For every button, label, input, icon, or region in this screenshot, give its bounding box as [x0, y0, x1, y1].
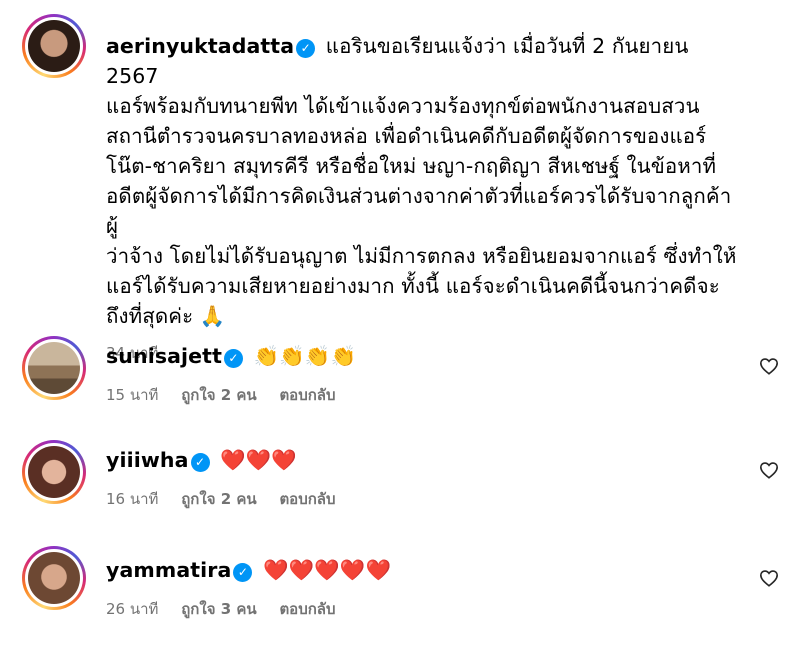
- reply-button[interactable]: ตอบกลับ: [279, 600, 335, 618]
- reply-button[interactable]: ตอบกลับ: [279, 386, 335, 404]
- avatar[interactable]: [22, 14, 86, 78]
- comment-text: ❤️❤️❤️: [220, 448, 298, 472]
- comment-line: ถึงที่สุดค่ะ: [106, 304, 194, 328]
- comment-line: สถานีตำรวจนครบาลทองหล่อ เพื่อดำเนินคดีกั…: [106, 124, 707, 148]
- comment-time[interactable]: 15 นาที: [106, 386, 158, 404]
- comment-line: แอร์ได้รับความเสียหายอย่างมาก ทั้งนี้ แอ…: [106, 274, 720, 298]
- comment-text: aerinyuktadatta ✓ แอรินขอเรียนแจ้งว่า เมื…: [106, 31, 740, 91]
- verified-badge-icon: ✓: [296, 39, 316, 58]
- reply-button[interactable]: ตอบกลับ: [279, 490, 335, 508]
- heart-icon[interactable]: [758, 460, 780, 480]
- praying-hands-icon: 🙏: [199, 304, 226, 328]
- verified-badge-icon: ✓: [223, 349, 243, 368]
- verified-badge-icon: ✓: [233, 563, 253, 582]
- like-count[interactable]: ถูกใจ 3 คน: [181, 600, 256, 618]
- heart-icon[interactable]: [758, 356, 780, 376]
- comment-text: 👏👏👏👏: [253, 344, 357, 368]
- avatar[interactable]: [22, 546, 86, 610]
- avatar[interactable]: [22, 440, 86, 504]
- username[interactable]: aerinyuktadatta: [106, 34, 294, 58]
- username[interactable]: sunisajett: [106, 344, 222, 368]
- heart-icon[interactable]: [758, 568, 780, 588]
- username[interactable]: yiiiwha: [106, 448, 189, 472]
- comment-time[interactable]: 26 นาที: [106, 600, 158, 618]
- comment-time[interactable]: 16 นาที: [106, 490, 158, 508]
- comment-line: อดีตผู้จัดการได้มีการคิดเงินส่วนต่างจากค…: [106, 184, 732, 238]
- comment-text: ❤️❤️❤️❤️❤️: [263, 558, 392, 582]
- username[interactable]: yammatira: [106, 558, 231, 582]
- comment-line: โน๊ต-ชาคริยา สมุทรคีรี หรือชื่อใหม่ ษญา-…: [106, 154, 717, 178]
- like-count[interactable]: ถูกใจ 2 คน: [181, 386, 256, 404]
- comment-line: แอร์พร้อมกับทนายพีท ได้เข้าแจ้งความร้องท…: [106, 94, 700, 118]
- comment-line-last: ถึงที่สุดค่ะ 🙏: [106, 301, 740, 331]
- like-count[interactable]: ถูกใจ 2 คน: [181, 490, 256, 508]
- avatar[interactable]: [22, 336, 86, 400]
- comment-line: ว่าจ้าง โดยไม่ได้รับอนุญาต ไม่มีการตกลง …: [106, 244, 737, 268]
- verified-badge-icon: ✓: [190, 453, 210, 472]
